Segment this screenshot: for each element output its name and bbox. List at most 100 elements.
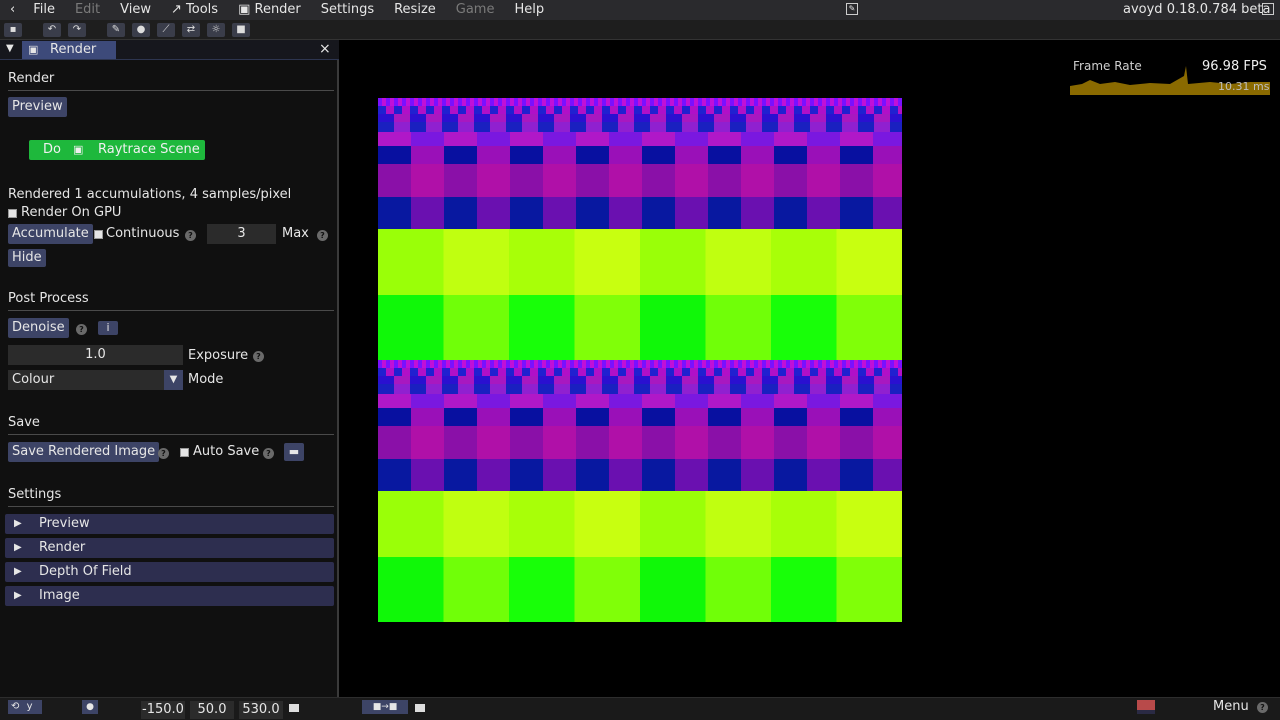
camera-z-field[interactable]: 530.0 xyxy=(239,701,283,719)
save-icon[interactable]: ▪ xyxy=(4,22,22,37)
settings-fold-render[interactable]: ▶ Render xyxy=(5,538,334,558)
edit-document-icon[interactable]: ✎ xyxy=(846,3,858,15)
rendered-image xyxy=(378,98,902,622)
folder-icon[interactable]: ▬ xyxy=(284,443,304,461)
help-icon[interactable]: ? xyxy=(263,448,274,459)
continuous-label: Continuous xyxy=(106,226,180,241)
menu-help[interactable]: Help xyxy=(504,0,554,20)
rotate-icon: ⟲ xyxy=(11,701,20,712)
pencil-icon[interactable]: ✎ xyxy=(107,22,125,37)
menu-resize[interactable]: Resize xyxy=(384,0,446,20)
fps-value: 96.98 FPS xyxy=(1202,59,1267,74)
chevron-right-icon: ▶ xyxy=(14,566,22,577)
menu-tools[interactable]: ↗ Tools xyxy=(161,0,228,20)
settings-fold-image[interactable]: ▶ Image xyxy=(5,586,334,606)
fullscreen-icon[interactable] xyxy=(1262,3,1274,15)
menu-game[interactable]: Game xyxy=(446,0,505,20)
post-process-heading: Post Process xyxy=(8,291,89,306)
tab-render-label: Render xyxy=(50,42,97,57)
menu-view[interactable]: View xyxy=(110,0,161,20)
fold-label: Image xyxy=(39,588,80,603)
menu-file[interactable]: File xyxy=(23,0,65,20)
info-button[interactable]: i xyxy=(98,321,118,335)
divider xyxy=(8,506,334,507)
axis-toggle[interactable]: ⟲ y xyxy=(8,700,42,714)
fold-label: Preview xyxy=(39,516,90,531)
light-icon[interactable]: ☼ xyxy=(207,22,225,37)
divider xyxy=(8,90,334,91)
panel-menu-icon[interactable]: ▼ xyxy=(6,43,14,54)
camera-icon[interactable] xyxy=(289,704,299,712)
auto-save-checkbox[interactable] xyxy=(180,448,189,457)
accumulate-button[interactable]: Accumulate xyxy=(8,224,93,244)
mode-dropdown[interactable]: Colour ▼ xyxy=(8,370,183,390)
close-icon[interactable]: × xyxy=(319,41,331,57)
panel-tab-bar: ▼ ▣ Render × xyxy=(0,40,339,60)
help-icon[interactable]: ? xyxy=(76,324,87,335)
settings-heading: Settings xyxy=(8,487,62,502)
render-heading: Render xyxy=(8,71,55,86)
image-icon: ▣ xyxy=(73,143,84,156)
denoise-button[interactable]: Denoise xyxy=(8,318,69,338)
max-label: Max xyxy=(282,226,309,241)
paint-icon[interactable]: ● xyxy=(132,22,150,37)
undo-icon[interactable]: ↶ xyxy=(43,22,61,37)
raytrace-button[interactable]: Do ▣ Raytrace Scene xyxy=(29,140,205,160)
frame-rate-overlay: Frame Rate 96.98 FPS 10.31 ms xyxy=(1070,58,1270,95)
eyedropper-icon[interactable]: ⟋ xyxy=(157,22,175,37)
chevron-right-icon: ▶ xyxy=(14,518,22,529)
auto-save-label: Auto Save xyxy=(193,444,260,459)
menu-render[interactable]: ▣ Render xyxy=(228,0,311,20)
tab-render[interactable]: ▣ Render xyxy=(22,41,116,59)
camera-y-field[interactable]: 50.0 xyxy=(190,701,234,719)
mode-value: Colour xyxy=(12,372,55,387)
chevron-right-icon: ▶ xyxy=(14,590,22,601)
redo-icon[interactable]: ↷ xyxy=(68,22,86,37)
settings-fold-depth-of-field[interactable]: ▶ Depth Of Field xyxy=(5,562,334,582)
settings-fold-preview[interactable]: ▶ Preview xyxy=(5,514,334,534)
help-icon[interactable]: ? xyxy=(1257,702,1268,713)
camera-icon[interactable] xyxy=(415,704,425,712)
render-panel: ▼ ▣ Render × Render Preview Do ▣ Raytrac… xyxy=(0,40,339,697)
menu-button[interactable]: Menu xyxy=(1213,698,1249,716)
fold-label: Render xyxy=(39,540,86,555)
back-icon[interactable]: ‹ xyxy=(0,0,23,20)
frame-rate-label: Frame Rate xyxy=(1073,59,1142,73)
colour-swatch[interactable] xyxy=(1137,700,1155,714)
camera-move-icon[interactable]: ■→■ xyxy=(362,700,408,714)
help-icon[interactable]: ? xyxy=(158,448,169,459)
help-icon[interactable]: ? xyxy=(185,230,196,241)
exposure-input[interactable]: 1.0 xyxy=(8,345,183,365)
save-rendered-image-button[interactable]: Save Rendered Image xyxy=(8,442,160,462)
continuous-checkbox[interactable] xyxy=(94,230,103,239)
version-label: avoyd 0.18.0.784 beta xyxy=(1123,2,1271,17)
render-on-gpu-checkbox[interactable] xyxy=(8,209,17,218)
help-icon[interactable]: ? xyxy=(317,230,328,241)
menu-bar: ‹ File Edit View ↗ Tools ▣ Render Settin… xyxy=(0,0,1280,20)
status-bar: ⟲ y ● -150.0 50.0 530.0 ■→■ Menu ? xyxy=(0,697,1280,720)
menu-settings[interactable]: Settings xyxy=(311,0,384,20)
location-pin-icon[interactable]: ● xyxy=(82,700,98,714)
render-status: Rendered 1 accumulations, 4 samples/pixe… xyxy=(8,187,292,202)
hide-button[interactable]: Hide xyxy=(8,249,46,267)
chevron-right-icon: ▶ xyxy=(14,542,22,553)
help-icon[interactable]: ? xyxy=(253,351,264,362)
exposure-label: Exposure xyxy=(188,348,249,363)
menu-edit[interactable]: Edit xyxy=(65,0,110,20)
mode-label: Mode xyxy=(188,372,224,387)
divider xyxy=(8,434,334,435)
swap-icon[interactable]: ⇄ xyxy=(182,22,200,37)
camera-x-field[interactable]: -150.0 xyxy=(141,701,185,719)
max-input[interactable]: 3 xyxy=(207,224,276,244)
fold-label: Depth Of Field xyxy=(39,564,132,579)
chevron-down-icon: ▼ xyxy=(164,370,183,390)
do-label: Do xyxy=(43,142,61,157)
divider xyxy=(8,310,334,311)
axis-label: y xyxy=(26,701,33,712)
save-heading: Save xyxy=(8,415,40,430)
render-on-gpu-label: Render On GPU xyxy=(21,205,122,220)
frame-time-value: 10.31 ms xyxy=(1218,80,1270,93)
camera-icon[interactable]: ■ xyxy=(232,22,250,37)
preview-button[interactable]: Preview xyxy=(8,97,67,117)
image-icon: ▣ xyxy=(28,43,39,56)
